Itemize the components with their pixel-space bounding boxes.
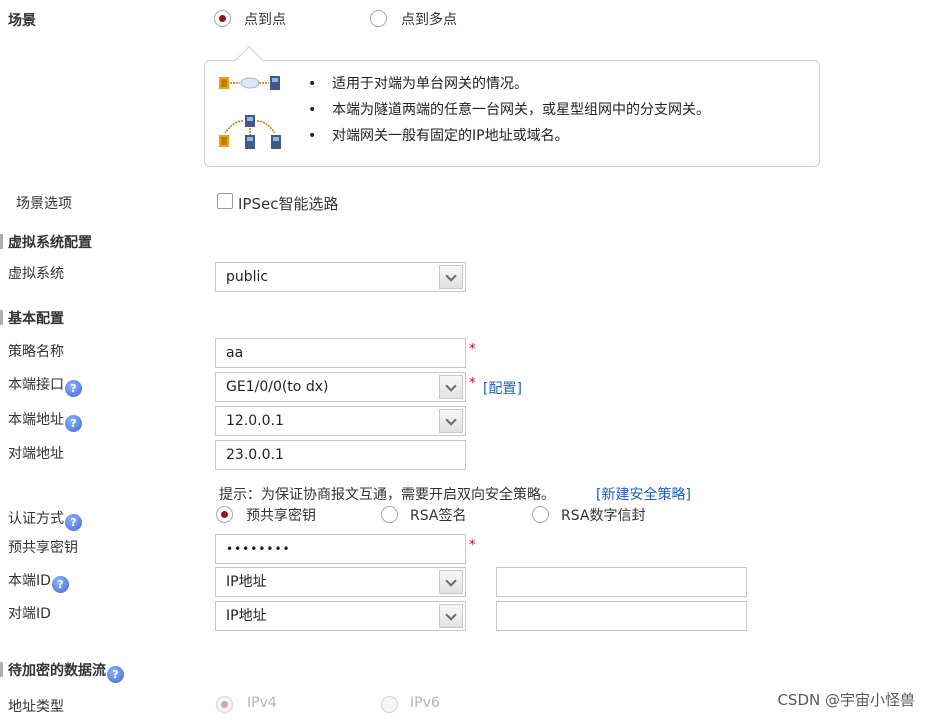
local-address-select[interactable]: 12.0.0.1 [215, 406, 466, 436]
help-icon[interactable]: ? [51, 576, 69, 593]
peer-id-type-select[interactable]: IP地址 [215, 601, 466, 631]
required-mark: * [469, 538, 476, 553]
scenario-label: 场景 [8, 13, 36, 29]
local-address-label-row: 本端地址? [8, 409, 82, 432]
section-marker [0, 310, 3, 325]
security-policy-tip: 提示：为保证协商报文互通，需要开启双向安全策略。 [219, 487, 555, 503]
scenario-info-box: 适用于对端为单台网关的情况。 本端为隧道两端的任意一台网关，或星型组网中的分支网… [204, 45, 820, 167]
scenario-info-item: 对端网关一般有固定的IP地址或域名。 [308, 123, 710, 149]
topology-diagram-icon [219, 76, 281, 149]
peer-id-type-value: IP地址 [226, 608, 267, 624]
config-link[interactable]: [配置] [483, 378, 522, 398]
peer-address-input[interactable]: 23.0.0.1 [215, 440, 466, 470]
flow-section-title: 待加密的数据流 [8, 663, 106, 679]
watermark-text: CSDN @宇宙小怪兽 [777, 691, 915, 709]
auth-option-rsa-env-label: RSA数字信封 [561, 508, 646, 524]
auth-option-psk-label: 预共享密钥 [246, 508, 316, 524]
local-interface-label-row: 本端接口? [8, 374, 82, 397]
addr-type-label: 地址类型 [8, 699, 64, 715]
section-marker [0, 662, 3, 677]
scenario-option-p2p-label: 点到点 [244, 12, 286, 28]
flow-section-title-row: 待加密的数据流? [8, 660, 124, 683]
vsys-select[interactable]: public [215, 262, 466, 292]
required-mark: * [469, 342, 476, 357]
scenario-options-label: 场景选项 [16, 196, 72, 212]
chevron-down-icon[interactable] [439, 570, 463, 594]
local-id-label-row: 本端ID? [8, 570, 69, 593]
help-icon[interactable]: ? [65, 514, 82, 531]
ipsec-smart-route-checkbox[interactable] [217, 193, 233, 209]
local-interface-label: 本端接口 [8, 377, 64, 393]
policy-name-input[interactable]: aa [215, 338, 466, 368]
local-id-type-value: IP地址 [226, 574, 267, 590]
policy-name-label: 策略名称 [8, 344, 64, 360]
auth-option-rsa-sig-label: RSA签名 [410, 508, 467, 524]
required-mark: * [469, 376, 476, 391]
local-id-type-select[interactable]: IP地址 [215, 567, 466, 597]
local-interface-value: GE1/0/0(to dx) [226, 379, 329, 395]
chevron-down-icon[interactable] [439, 375, 463, 399]
local-address-label: 本端地址 [8, 412, 64, 428]
help-icon[interactable]: ? [65, 380, 82, 397]
scenario-info-item: 适用于对端为单台网关的情况。 [308, 71, 710, 97]
vsys-label: 虚拟系统 [8, 266, 64, 282]
section-marker [0, 234, 3, 249]
chevron-down-icon[interactable] [439, 409, 463, 433]
chevron-down-icon[interactable] [439, 265, 463, 289]
auth-method-label: 认证方式 [8, 511, 64, 527]
local-interface-select[interactable]: GE1/0/0(to dx) [215, 372, 466, 402]
ipsec-smart-route-label: IPSec智能选路 [238, 195, 339, 213]
help-icon[interactable]: ? [107, 666, 124, 683]
new-security-policy-link[interactable]: [新建安全策略] [596, 484, 691, 504]
auth-radio-psk[interactable] [216, 506, 233, 523]
local-address-value: 12.0.0.1 [226, 413, 284, 429]
auth-method-label-row: 认证方式? [8, 508, 82, 531]
auth-radio-rsa-sig[interactable] [381, 506, 398, 523]
addr-type-ipv4-label: IPv4 [247, 695, 277, 711]
addr-type-radio-ipv6[interactable] [381, 696, 398, 713]
basic-section-title: 基本配置 [8, 311, 64, 327]
auth-radio-rsa-env[interactable] [532, 506, 549, 523]
scenario-option-p2mp-label: 点到多点 [401, 12, 457, 28]
psk-input[interactable]: •••••••• [215, 534, 466, 564]
help-icon[interactable]: ? [65, 415, 82, 432]
scenario-radio-p2mp[interactable] [370, 10, 387, 27]
peer-address-label: 对端地址 [8, 446, 64, 462]
peer-id-input[interactable] [496, 601, 747, 631]
chevron-down-icon[interactable] [439, 604, 463, 628]
scenario-info-item: 本端为隧道两端的任意一台网关，或星型组网中的分支网关。 [308, 97, 710, 123]
addr-type-radio-ipv4[interactable] [216, 696, 233, 713]
scenario-radio-p2p[interactable] [214, 10, 231, 27]
vsys-select-value: public [226, 269, 269, 285]
local-id-input[interactable] [496, 567, 747, 597]
peer-id-label: 对端ID [8, 606, 51, 622]
addr-type-ipv6-label: IPv6 [410, 695, 440, 711]
local-id-label: 本端ID [8, 573, 51, 589]
psk-label: 预共享密钥 [8, 540, 78, 556]
scenario-info-list: 适用于对端为单台网关的情况。 本端为隧道两端的任意一台网关，或星型组网中的分支网… [308, 71, 710, 149]
vsys-section-title: 虚拟系统配置 [8, 235, 92, 251]
